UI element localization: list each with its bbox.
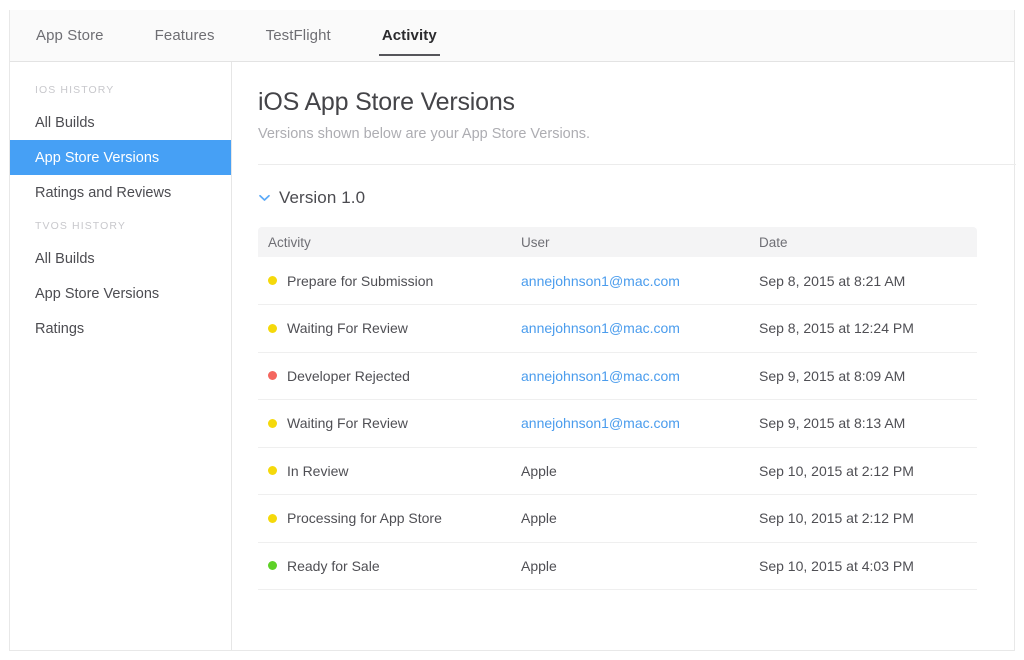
- activity-status: Ready for Sale: [268, 558, 511, 574]
- sidebar-item-app-store-versions[interactable]: App Store Versions: [10, 276, 231, 311]
- user-email-link[interactable]: annejohnson1@mac.com: [521, 320, 680, 336]
- table-row: Processing for App Store Apple Sep 10, 201…: [258, 495, 977, 543]
- cell-user: Apple: [511, 495, 749, 543]
- status-dot-icon: [268, 561, 277, 570]
- status-label: Ready for Sale: [287, 558, 380, 574]
- cell-date: Sep 9, 2015 at 8:13 AM: [749, 400, 977, 448]
- column-header-user: User: [511, 227, 749, 257]
- page-title: iOS App Store Versions: [258, 88, 1014, 117]
- top-tab-bar: App Store Features TestFlight Activity: [10, 10, 1014, 62]
- table-row: In Review Apple Sep 10, 2015 at 2:12 PM: [258, 447, 977, 495]
- tab-features[interactable]: Features: [151, 10, 219, 62]
- activity-status: Processing for App Store: [268, 510, 511, 526]
- cell-date: Sep 10, 2015 at 2:12 PM: [749, 495, 977, 543]
- version-label: Version 1.0: [279, 188, 365, 208]
- table-row: Waiting For Review annejohnson1@mac.com Se…: [258, 400, 977, 448]
- main-panel: iOS App Store Versions Versions shown be…: [232, 62, 1014, 650]
- cell-user: annejohnson1@mac.com: [511, 257, 749, 305]
- status-label: Waiting For Review: [287, 415, 408, 431]
- cell-activity: Developer Rejected: [258, 352, 511, 400]
- tab-app-store[interactable]: App Store: [32, 10, 108, 62]
- activity-status: In Review: [268, 463, 511, 479]
- sidebar-item-ratings[interactable]: Ratings: [10, 311, 231, 346]
- content-area: iOS HISTORYAll BuildsApp Store VersionsR…: [10, 62, 1014, 650]
- sidebar: iOS HISTORYAll BuildsApp Store VersionsR…: [10, 62, 232, 650]
- table-body: Prepare for Submission annejohnson1@mac.c…: [258, 257, 977, 590]
- version-section-toggle[interactable]: Version 1.0: [258, 188, 365, 208]
- status-label: Processing for App Store: [287, 510, 442, 526]
- tab-activity[interactable]: Activity: [378, 10, 441, 62]
- status-label: In Review: [287, 463, 348, 479]
- status-dot-icon: [268, 371, 277, 380]
- user-name: Apple: [521, 558, 557, 574]
- sidebar-item-all-builds[interactable]: All Builds: [10, 105, 231, 140]
- status-dot-icon: [268, 419, 277, 428]
- sidebar-section-title: iOS HISTORY: [10, 74, 231, 105]
- cell-user: Apple: [511, 447, 749, 495]
- sidebar-item-app-store-versions[interactable]: App Store Versions: [10, 140, 231, 175]
- status-dot-icon: [268, 466, 277, 475]
- status-dot-icon: [268, 276, 277, 285]
- user-email-link[interactable]: annejohnson1@mac.com: [521, 415, 680, 431]
- cell-activity: Processing for App Store: [258, 495, 511, 543]
- table-row: Waiting For Review annejohnson1@mac.com Se…: [258, 305, 977, 353]
- cell-user: Apple: [511, 542, 749, 590]
- table-header-row: Activity User Date: [258, 227, 977, 257]
- cell-activity: Ready for Sale: [258, 542, 511, 590]
- status-label: Developer Rejected: [287, 368, 410, 384]
- activity-table: Activity User Date Prepare for Submissio…: [258, 227, 977, 590]
- activity-status: Waiting For Review: [268, 320, 511, 336]
- table-row: Developer Rejected annejohnson1@mac.com Se…: [258, 352, 977, 400]
- status-label: Prepare for Submission: [287, 273, 433, 289]
- user-name: Apple: [521, 510, 557, 526]
- cell-activity: Waiting For Review: [258, 305, 511, 353]
- status-label: Waiting For Review: [287, 320, 408, 336]
- app-window: App Store Features TestFlight Activity iOS …: [9, 10, 1015, 651]
- table-row: Ready for Sale Apple Sep 10, 2015 at 4:03 …: [258, 542, 977, 590]
- column-header-activity: Activity: [258, 227, 511, 257]
- status-dot-icon: [268, 514, 277, 523]
- page-subtitle: Versions shown below are your App Store …: [258, 126, 1014, 142]
- user-email-link[interactable]: annejohnson1@mac.com: [521, 273, 680, 289]
- table-header: Activity User Date: [258, 227, 977, 257]
- cell-user: annejohnson1@mac.com: [511, 400, 749, 448]
- column-header-date: Date: [749, 227, 977, 257]
- header-divider: [258, 164, 1016, 165]
- cell-activity: Prepare for Submission: [258, 257, 511, 305]
- cell-date: Sep 10, 2015 at 2:12 PM: [749, 447, 977, 495]
- table-row: Prepare for Submission annejohnson1@mac.c…: [258, 257, 977, 305]
- cell-date: Sep 8, 2015 at 8:21 AM: [749, 257, 977, 305]
- sidebar-item-all-builds[interactable]: All Builds: [10, 241, 231, 276]
- cell-date: Sep 9, 2015 at 8:09 AM: [749, 352, 977, 400]
- user-name: Apple: [521, 463, 557, 479]
- cell-activity: Waiting For Review: [258, 400, 511, 448]
- cell-user: annejohnson1@mac.com: [511, 352, 749, 400]
- user-email-link[interactable]: annejohnson1@mac.com: [521, 368, 680, 384]
- status-dot-icon: [268, 324, 277, 333]
- activity-status: Prepare for Submission: [268, 273, 511, 289]
- cell-date: Sep 8, 2015 at 12:24 PM: [749, 305, 977, 353]
- cell-user: annejohnson1@mac.com: [511, 305, 749, 353]
- tab-testflight[interactable]: TestFlight: [262, 10, 335, 62]
- chevron-down-icon[interactable]: [258, 192, 270, 204]
- activity-status: Waiting For Review: [268, 415, 511, 431]
- cell-activity: In Review: [258, 447, 511, 495]
- sidebar-item-ratings-and-reviews[interactable]: Ratings and Reviews: [10, 175, 231, 210]
- cell-date: Sep 10, 2015 at 4:03 PM: [749, 542, 977, 590]
- sidebar-section-title: tvOS HISTORY: [10, 210, 231, 241]
- activity-status: Developer Rejected: [268, 368, 511, 384]
